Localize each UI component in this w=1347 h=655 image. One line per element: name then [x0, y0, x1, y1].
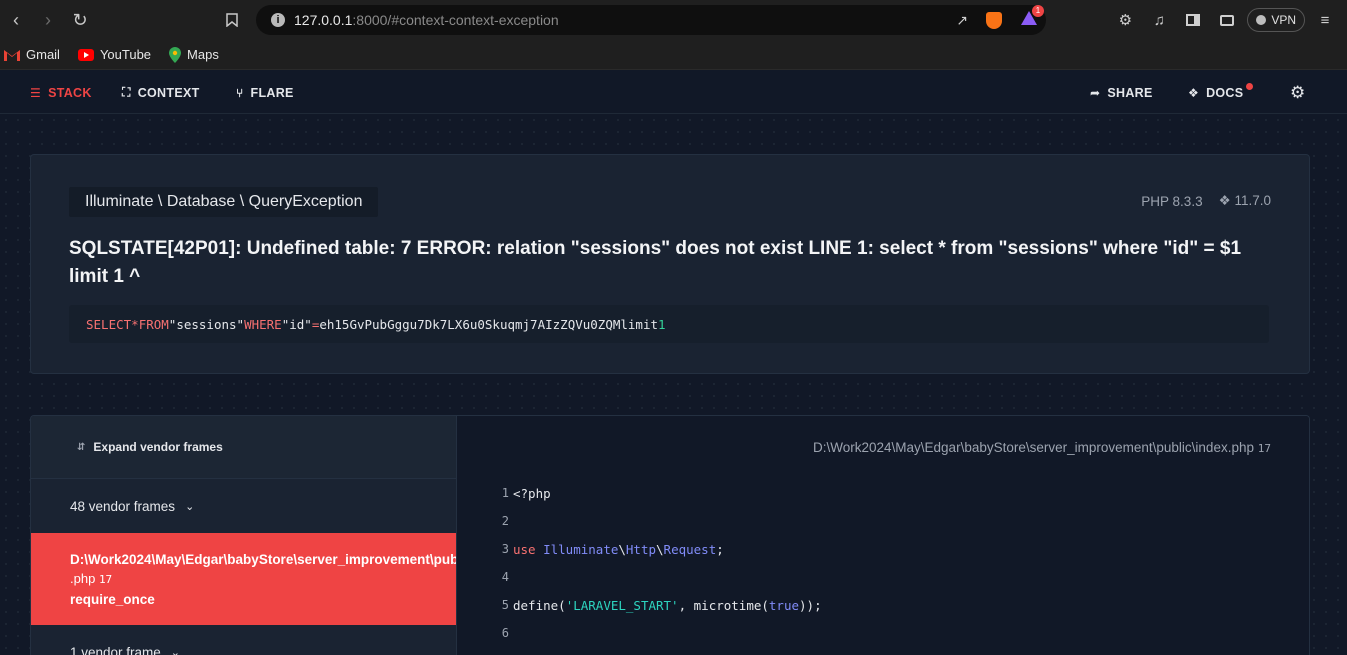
tab-flare-label: FLARE	[250, 85, 294, 100]
bookmark-gmail[interactable]: Gmail	[4, 47, 60, 62]
gmail-icon	[4, 49, 20, 61]
tab-context[interactable]: ⛶ CONTEXT	[122, 71, 200, 114]
maps-icon	[169, 46, 182, 63]
share-button[interactable]: ➦ SHARE	[1090, 71, 1153, 114]
bookmark-youtube[interactable]: YouTube	[77, 47, 152, 62]
code-text: use Illuminate\Http\Request;	[513, 541, 724, 557]
vendor-frames-label: 1 vendor frame	[70, 644, 161, 655]
youtube-icon	[77, 48, 94, 61]
code-line: 1 <?php	[457, 479, 1309, 507]
docs-notification-dot	[1246, 83, 1254, 90]
frame-path: D:\Work2024\May\Edgar\babyStore\server_i…	[70, 552, 456, 567]
code-text: define('LARAVEL_START', microtime(true))…	[513, 597, 822, 613]
laravel-icon: ❖	[1188, 85, 1200, 100]
vendor-frames-group[interactable]: 1 vendor frame ⌄	[31, 625, 456, 655]
rewards-badge: 1	[1032, 4, 1044, 17]
tab-stack[interactable]: ☰ STACK	[30, 71, 92, 114]
vpn-label: VPN	[1271, 13, 1296, 27]
site-info-icon[interactable]: i	[262, 13, 294, 27]
address-bar[interactable]: i 127.0.0.1:8000/#context-context-except…	[256, 4, 1046, 35]
line-number: 3	[501, 542, 509, 556]
docs-label: DOCS	[1206, 85, 1244, 100]
share-page-icon[interactable]: ↗	[956, 12, 968, 29]
line-number: 1	[501, 486, 509, 500]
frame-file-line: .php 17	[70, 571, 113, 586]
flare-icon: ⑂	[236, 85, 244, 100]
wallet-icon[interactable]	[1213, 6, 1241, 34]
settings-icon[interactable]: ⚙	[1290, 71, 1306, 114]
vendor-frames-group[interactable]: 48 vendor frames ⌄	[31, 479, 456, 533]
stack-icon: ☰	[30, 85, 42, 100]
expand-icon: ⇵	[77, 441, 86, 453]
code-file-path[interactable]: D:\Work2024\May\Edgar\babyStore\server_i…	[813, 440, 1271, 455]
sql-query[interactable]: SELECT * FROM "sessions" WHERE "id" = eh…	[69, 305, 1269, 343]
chevron-down-icon: ⌄	[185, 500, 195, 513]
share-label: SHARE	[1107, 85, 1153, 100]
code-line: 2	[457, 507, 1309, 535]
code-text: <?php	[513, 485, 551, 501]
context-icon: ⛶	[122, 85, 131, 99]
frame-function: require_once	[70, 592, 155, 607]
chevron-down-icon: ⌄	[170, 646, 181, 655]
bookmark-label: Gmail	[26, 47, 60, 62]
bookmark-label: Maps	[187, 47, 219, 62]
tab-context-label: CONTEXT	[137, 85, 200, 100]
docs-button[interactable]: ❖ DOCS	[1188, 71, 1254, 114]
code-viewer: D:\Work2024\May\Edgar\babyStore\server_i…	[456, 416, 1309, 655]
code-line: 4	[457, 563, 1309, 591]
stack-frame-active[interactable]: D:\Work2024\May\Edgar\babyStore\server_i…	[31, 533, 456, 625]
vpn-button[interactable]: VPN	[1247, 8, 1305, 32]
line-number: 2	[501, 514, 509, 528]
bookmarks-bar: Gmail YouTube Maps	[0, 40, 1347, 70]
expand-label: Expand vendor frames	[93, 440, 223, 454]
tab-flare[interactable]: ⑂ FLARE	[236, 71, 294, 114]
code-line: 6	[457, 619, 1309, 647]
tab-stack-label: STACK	[48, 85, 92, 100]
brave-shield-icon[interactable]	[986, 11, 1002, 29]
sidebar-icon[interactable]	[1179, 6, 1207, 34]
browser-toolbar: ‹ › ↻ i 127.0.0.1:8000/#context-context-…	[0, 0, 1347, 40]
music-icon[interactable]: ♫	[1145, 6, 1173, 34]
bookmark-icon[interactable]	[216, 4, 248, 36]
exception-class: Illuminate \ Database \ QueryException	[69, 187, 379, 217]
exception-message: SQLSTATE[42P01]: Undefined table: 7 ERRO…	[69, 238, 1242, 287]
stack-trace: ⇵ Expand vendor frames 48 vendor frames …	[30, 415, 1310, 655]
version-info: PHP 8.3.3 ❖ 11.7.0	[1141, 193, 1271, 209]
line-number: 4	[501, 570, 509, 584]
brave-rewards-icon[interactable]: 1	[1020, 4, 1044, 31]
line-number: 6	[501, 626, 509, 640]
laravel-version: ❖ 11.7.0	[1218, 193, 1271, 208]
laravel-icon: ❖	[1218, 193, 1231, 208]
line-number: 5	[501, 598, 509, 612]
code-line: 5 define('LARAVEL_START', microtime(true…	[457, 591, 1309, 619]
url-text[interactable]: 127.0.0.1:8000/#context-context-exceptio…	[294, 12, 559, 28]
php-version: PHP 8.3.3	[1141, 193, 1203, 209]
menu-icon[interactable]: ≡	[1311, 6, 1339, 34]
bookmark-maps[interactable]: Maps	[169, 46, 219, 63]
expand-vendor-frames-button[interactable]: ⇵ Expand vendor frames	[31, 416, 456, 479]
vpn-status-icon	[1256, 15, 1267, 25]
extensions-icon[interactable]: ⚙	[1111, 6, 1139, 34]
share-icon: ➦	[1090, 85, 1101, 100]
code-line: 3 use Illuminate\Http\Request;	[457, 535, 1309, 563]
forward-icon[interactable]: ›	[32, 4, 64, 36]
back-icon[interactable]: ‹	[0, 4, 32, 36]
ignition-nav: ☰ STACK ⛶ CONTEXT ⑂ FLARE ➦ SHARE ❖ DOCS…	[0, 71, 1347, 114]
exception-card: Illuminate \ Database \ QueryException P…	[30, 154, 1310, 374]
bookmark-label: YouTube	[99, 47, 152, 62]
reload-icon[interactable]: ↻	[64, 4, 96, 36]
frames-list: ⇵ Expand vendor frames 48 vendor frames …	[31, 416, 456, 655]
vendor-frames-label: 48 vendor frames	[70, 498, 176, 514]
